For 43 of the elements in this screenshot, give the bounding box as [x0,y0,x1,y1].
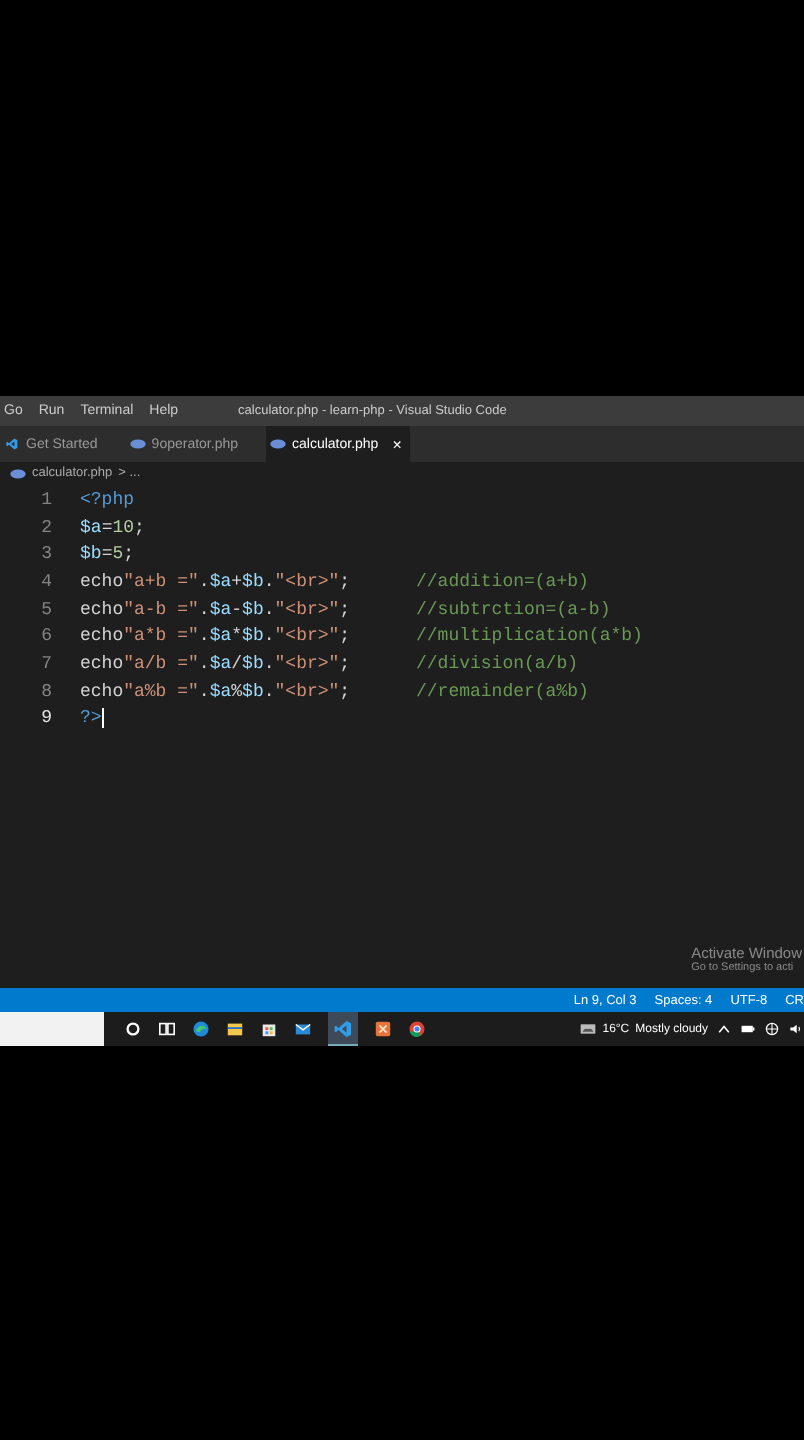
browser-icon[interactable] [192,1020,210,1038]
circle-icon[interactable] [124,1020,142,1038]
code-editor[interactable] [0,484,804,988]
speaker-icon[interactable] [788,1022,804,1036]
php-file-icon [129,438,146,450]
line-number: 2 [39,517,52,538]
code-line: ?> [80,708,106,729]
chevron-up-icon[interactable] [716,1022,732,1036]
close-icon[interactable]: × [392,435,402,453]
php-file-icon [270,438,286,450]
folder-icon[interactable] [226,1020,244,1038]
chrome-icon[interactable] [408,1020,426,1038]
store-icon[interactable] [260,1020,278,1038]
code-comment: //division(a/b) [416,653,579,674]
code-line: $a=10; [80,517,147,538]
code-line: echo"a+b =".$a+$b."<br>"; [80,571,353,592]
code-editor-icon [4,438,20,450]
line-number: 7 [39,653,52,674]
code-comment: //multiplication(a*b) [416,626,643,647]
globe-icon[interactable] [764,1022,780,1036]
battery-icon[interactable] [740,1022,756,1036]
code-line: $b=5; [80,544,137,565]
line-number: 9 [39,708,52,729]
mail-icon[interactable] [294,1020,312,1038]
app-icon[interactable] [374,1020,392,1038]
code-line: echo"a-b =".$a-$b."<br>"; [80,599,353,620]
code-line: <?php [80,489,137,510]
line-number: 6 [39,626,52,647]
php-file-icon [10,467,26,479]
task-view-icon[interactable] [158,1020,176,1038]
code-comment: //addition=(a+b) [416,571,589,592]
line-number: 1 [39,489,52,510]
line-number: 3 [39,544,52,565]
code-line: echo"a/b =".$a/$b."<br>"; [80,653,353,674]
line-number: 4 [39,571,52,592]
code-line: echo"a*b =".$a*$b."<br>"; [80,626,353,647]
search-field[interactable] [0,1012,104,1046]
line-number: 8 [39,681,52,702]
code-comment: //subtrction=(a-b) [416,599,611,620]
code-comment: //remainder(a%b) [416,681,589,702]
code-editor-icon[interactable] [334,1019,352,1037]
line-number: 5 [39,599,52,620]
code-line: echo"a%b =".$a%$b."<br>"; [80,681,353,702]
